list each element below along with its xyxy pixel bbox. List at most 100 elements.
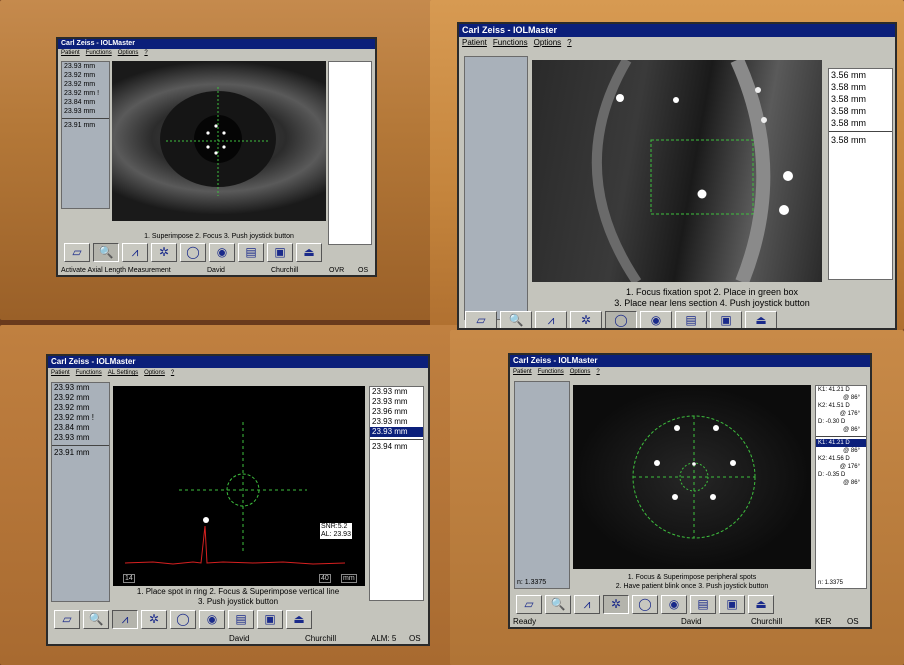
exit-button[interactable]: ⏏ xyxy=(296,242,322,262)
signal-view: SNR:5.2 AL: 23.93 14 40 mm xyxy=(113,386,365,586)
ker-value[interactable]: K2: 41.51 D xyxy=(816,402,866,410)
measurement-value[interactable]: 23.92 mm xyxy=(52,403,109,413)
toolbar: ▱ 🔍 ⩘ ✲ ◯ ◉ ▤ ▣ ⏏ xyxy=(516,593,777,615)
monitor-button[interactable]: ▣ xyxy=(719,594,745,614)
measurement-value[interactable]: 23.84 mm xyxy=(62,98,109,107)
patient-button[interactable]: ▱ xyxy=(54,609,80,629)
al-value-row[interactable]: 23.93 mm xyxy=(370,387,423,397)
ker-value[interactable]: K2: 41.56 D xyxy=(816,455,866,463)
graph-button[interactable]: ⩘ xyxy=(574,594,600,614)
menu-help[interactable]: ? xyxy=(171,370,174,376)
menu-patient[interactable]: Patient xyxy=(513,369,532,375)
screen-axial-eye-view: Carl Zeiss - IOLMaster Patient Functions O… xyxy=(56,37,377,277)
menu-help[interactable]: ? xyxy=(567,38,571,47)
patient-button[interactable]: ▱ xyxy=(516,594,542,614)
keratometry-button[interactable]: ✲ xyxy=(151,242,177,262)
measurement-value[interactable]: 23.93 mm xyxy=(62,62,109,71)
iol-calc-button[interactable]: ◉ xyxy=(209,242,235,262)
acd-button[interactable]: ◯ xyxy=(632,594,658,614)
acd-value[interactable]: 3.58 mm xyxy=(829,117,892,129)
acd-button[interactable]: ◯ xyxy=(180,242,206,262)
menu-functions[interactable]: Functions xyxy=(76,370,102,376)
keratometry-button[interactable]: ✲ xyxy=(603,594,629,614)
measurement-value[interactable]: 23.92 mm xyxy=(62,71,109,80)
toolbar: ▱ 🔍 ⩘ ✲ ◯ ◉ ▤ ▣ ⏏ xyxy=(465,310,780,328)
measurement-value[interactable]: 23.92 mm xyxy=(62,80,109,89)
exit-button[interactable]: ⏏ xyxy=(745,311,777,328)
measurement-value[interactable]: 23.84 mm xyxy=(52,423,109,433)
patient-button[interactable]: ▱ xyxy=(64,242,90,262)
ker-value[interactable]: D: -0.35 D xyxy=(816,471,866,479)
al-value: AL: 23.93 xyxy=(321,531,351,538)
acd-value[interactable]: 3.58 mm xyxy=(829,93,892,105)
status-eye: OS xyxy=(847,617,859,626)
instruction-line-2: 3. Place near lens section 4. Push joyst… xyxy=(614,298,810,308)
menu-help[interactable]: ? xyxy=(596,369,599,375)
print-button[interactable]: ▤ xyxy=(228,609,254,629)
keratometry-button[interactable]: ✲ xyxy=(141,609,167,629)
measurement-value[interactable]: 23.92 mm xyxy=(52,393,109,403)
divider xyxy=(62,118,109,119)
menu-al-settings[interactable]: AL Settings xyxy=(108,370,138,376)
monitor-button[interactable]: ▣ xyxy=(257,609,283,629)
axial-length-button[interactable]: 🔍 xyxy=(83,609,109,629)
axial-length-button[interactable]: 🔍 xyxy=(93,242,119,262)
axis-right-label: 40 xyxy=(319,574,331,583)
acd-button[interactable]: ◯ xyxy=(605,311,637,328)
menu-functions[interactable]: Functions xyxy=(86,50,112,56)
measurement-value[interactable]: 23.92 mm ! xyxy=(62,89,109,98)
keratometry-button[interactable]: ✲ xyxy=(570,311,602,328)
acd-value[interactable]: 3.58 mm xyxy=(829,105,892,117)
menu-options[interactable]: Options xyxy=(118,50,139,56)
iol-calc-button[interactable]: ◉ xyxy=(640,311,672,328)
measurement-value[interactable]: 23.93 mm xyxy=(52,383,109,393)
reflection-spot xyxy=(214,151,218,155)
graph-button[interactable]: ⩘ xyxy=(535,311,567,328)
average-value: 23.91 mm xyxy=(54,448,90,457)
toolbar: ▱ 🔍 ⩘ ✲ ◯ ◉ ▤ ▣ ⏏ xyxy=(54,608,315,630)
print-button[interactable]: ▤ xyxy=(675,311,707,328)
al-value-row[interactable]: 23.93 mm xyxy=(370,397,423,407)
print-button[interactable]: ▤ xyxy=(238,242,264,262)
menu-functions[interactable]: Functions xyxy=(538,369,564,375)
acd-value[interactable]: 3.56 mm xyxy=(829,69,892,81)
axial-length-button[interactable]: 🔍 xyxy=(545,594,571,614)
measurement-value[interactable]: 23.93 mm xyxy=(52,433,109,443)
iol-calc-button[interactable]: ◉ xyxy=(199,609,225,629)
exit-button[interactable]: ⏏ xyxy=(748,594,774,614)
al-value-row[interactable]: 23.96 mm xyxy=(370,407,423,417)
measurement-value[interactable]: 23.92 mm ! xyxy=(52,413,109,423)
axial-length-button[interactable]: 🔍 xyxy=(500,311,532,328)
monitor-button[interactable]: ▣ xyxy=(710,311,742,328)
print-button[interactable]: ▤ xyxy=(690,594,716,614)
patient-first-name: David xyxy=(229,634,250,643)
patient-last-name: Churchill xyxy=(751,617,783,626)
ker-value[interactable]: D: -0.30 D xyxy=(816,418,866,426)
instruction-line-1: 1. Focus fixation spot 2. Place in green… xyxy=(625,287,799,297)
menu-patient[interactable]: Patient xyxy=(462,38,487,47)
measurement-value[interactable]: 23.93 mm xyxy=(62,107,109,116)
graph-button[interactable]: ⩘ xyxy=(122,242,148,262)
monitor-button[interactable]: ▣ xyxy=(267,242,293,262)
cornea-section xyxy=(591,60,642,282)
graph-button[interactable]: ⩘ xyxy=(112,609,138,629)
al-value-row-selected[interactable]: 23.93 mm xyxy=(370,427,423,437)
acd-button[interactable]: ◯ xyxy=(170,609,196,629)
menu-patient[interactable]: Patient xyxy=(61,50,80,56)
eye-camera-view xyxy=(112,61,326,221)
menu-options[interactable]: Options xyxy=(534,38,562,47)
al-value-row[interactable]: 23.93 mm xyxy=(370,417,423,427)
iol-calc-button[interactable]: ◉ xyxy=(661,594,687,614)
menu-functions[interactable]: Functions xyxy=(493,38,528,47)
ker-value[interactable]: K1: 41.21 D xyxy=(816,386,866,394)
patient-button[interactable]: ▱ xyxy=(465,311,497,328)
menu-options[interactable]: Options xyxy=(570,369,591,375)
menu-options[interactable]: Options xyxy=(144,370,165,376)
exit-button[interactable]: ⏏ xyxy=(286,609,312,629)
ker-value-selected[interactable]: K1: 41.21 D xyxy=(816,439,866,447)
menu-patient[interactable]: Patient xyxy=(51,370,70,376)
reflection-spot xyxy=(779,205,789,215)
menu-help[interactable]: ? xyxy=(144,50,147,56)
acd-value[interactable]: 3.58 mm xyxy=(829,81,892,93)
acd-result-panel: 3.56 mm 3.58 mm 3.58 mm 3.58 mm 3.58 mm … xyxy=(828,68,893,280)
